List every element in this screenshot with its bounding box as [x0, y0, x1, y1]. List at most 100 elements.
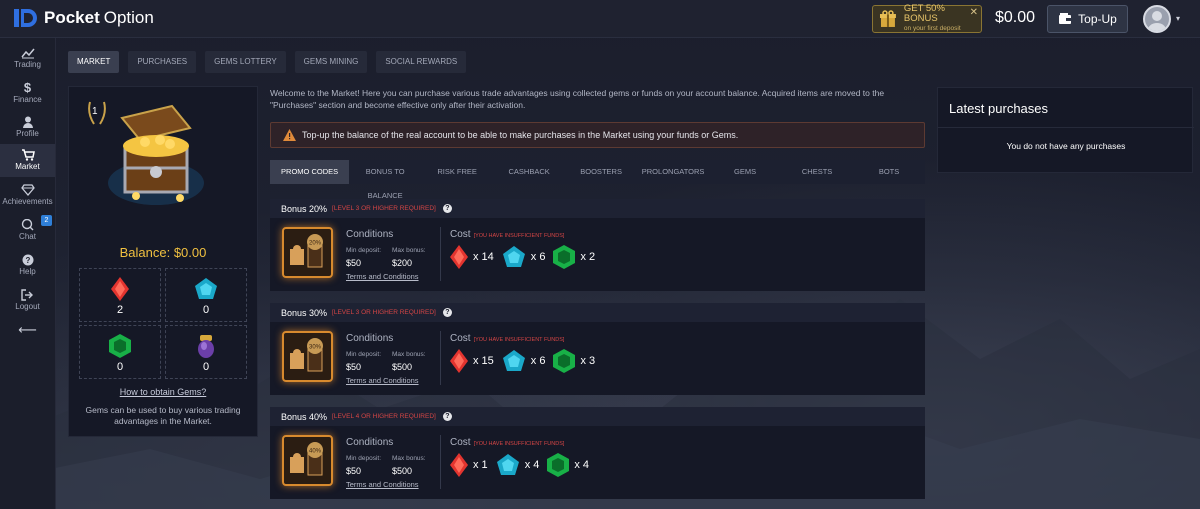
- level-requirement: [LEVEL 3 OR HIGHER REQUIRED]: [332, 205, 436, 212]
- tab-boosters[interactable]: BOOSTERS: [565, 160, 637, 184]
- help-icon[interactable]: ?: [442, 412, 452, 421]
- promo-thumbnail: 30%: [282, 331, 333, 382]
- sidebar-item-label: Profile: [16, 129, 39, 138]
- tab-prolongators[interactable]: PROLONGATORS: [637, 160, 709, 184]
- green-gem-cost: x 4: [574, 459, 590, 471]
- close-icon[interactable]: ✕: [970, 7, 978, 18]
- sidebar-item-profile[interactable]: Profile: [0, 111, 55, 144]
- account-balance: $0.00: [995, 9, 1036, 26]
- collapse-sidebar-arrow-icon[interactable]: ⟵: [0, 322, 55, 355]
- sidebar-item-trading[interactable]: Trading: [0, 42, 55, 75]
- gems-balance-label: Balance: $0.00: [119, 245, 207, 260]
- brand-logo[interactable]: Pocket Option: [14, 8, 154, 28]
- brand-name-light: Option: [103, 8, 154, 27]
- level-number: 1: [92, 106, 98, 117]
- no-purchases-text: You do not have any purchases: [1006, 141, 1126, 151]
- insufficient-funds-note: [YOU HAVE INSUFFICIENT FUNDS]: [473, 441, 565, 447]
- sidebar-item-help[interactable]: ? Help: [0, 249, 55, 282]
- top-bar: Pocket Option GET 50% BONUS on your firs…: [0, 0, 1200, 38]
- sidebar: Trading $ Finance Profile Market Achieve…: [0, 38, 56, 509]
- sidebar-item-chat[interactable]: Chat 2: [0, 214, 55, 247]
- green-gem-icon: [553, 245, 576, 269]
- treasure-chest-icon: [108, 104, 204, 205]
- tab-gems-mining[interactable]: GEMS MINING: [294, 51, 368, 73]
- green-gem-cost: x 3: [580, 355, 596, 367]
- max-bonus-value: $500: [392, 362, 413, 372]
- red-gem-icon: [450, 453, 468, 477]
- terms-link[interactable]: Terms and Conditions: [346, 272, 419, 281]
- tab-market[interactable]: MARKET: [68, 51, 120, 73]
- min-deposit-label: Min deposit:: [346, 247, 382, 254]
- blue-gem-cost: x 4: [524, 459, 540, 471]
- market-tabs: MARKET PURCHASES GEMS LOTTERY GEMS MININ…: [68, 51, 475, 73]
- sidebar-item-label: Trading: [14, 60, 41, 69]
- bonus-offer-button[interactable]: GET 50% BONUS on your first deposit ✕: [872, 4, 982, 33]
- insufficient-funds-note: [YOU HAVE INSUFFICIENT FUNDS]: [473, 337, 565, 343]
- topup-warning-banner: Top-up the balance of the real account t…: [270, 122, 925, 148]
- tab-bots[interactable]: BOTS: [853, 160, 925, 184]
- logo-icon: [14, 9, 37, 27]
- warning-text: Top-up the balance of the real account t…: [302, 130, 739, 140]
- green-gem-icon: [547, 453, 570, 477]
- promo-puzzle-icon: 40%: [290, 442, 323, 476]
- tab-chests[interactable]: CHESTS: [781, 160, 853, 184]
- red-gem-icon: [450, 349, 468, 373]
- chevron-down-icon[interactable]: ▾: [1176, 14, 1180, 23]
- cost-title: Cost: [450, 437, 471, 448]
- diamond-icon: [20, 183, 35, 196]
- cost-title: Cost: [450, 229, 471, 240]
- promo-title: Bonus 30%: [281, 307, 328, 318]
- cost-title: Cost: [450, 333, 471, 344]
- divider: [440, 435, 441, 489]
- divider: [440, 227, 441, 281]
- red-gem-cost: x 14: [473, 251, 494, 263]
- gem-count-value: 0: [202, 304, 210, 316]
- sidebar-item-label: Market: [15, 162, 40, 171]
- promo-card[interactable]: Bonus 30% [LEVEL 3 OR HIGHER REQUIRED]? 3…: [270, 303, 925, 395]
- tab-social-rewards[interactable]: SOCIAL REWARDS: [376, 51, 467, 73]
- sidebar-item-market[interactable]: Market: [0, 144, 55, 177]
- terms-link[interactable]: Terms and Conditions: [346, 376, 419, 385]
- sidebar-item-label: Chat: [19, 232, 36, 241]
- sidebar-item-finance[interactable]: $ Finance: [0, 77, 55, 110]
- latest-purchases-panel: Latest purchases You do not have any pur…: [937, 87, 1194, 173]
- welcome-text: Welcome to the Market! Here you can purc…: [270, 88, 885, 110]
- max-bonus-value: $500: [392, 466, 413, 476]
- min-deposit-label: Min deposit:: [346, 351, 382, 358]
- wallet-icon: [1059, 13, 1072, 24]
- promo-card[interactable]: Bonus 20% [LEVEL 3 OR HIGHER REQUIRED]? 2…: [270, 199, 925, 291]
- green-gem-icon: [553, 349, 576, 373]
- tab-purchases[interactable]: PURCHASES: [128, 51, 197, 73]
- tab-gems[interactable]: GEMS: [709, 160, 781, 184]
- top-up-button[interactable]: Top-Up: [1047, 5, 1128, 33]
- promo-badge-text: 20%: [309, 241, 322, 247]
- how-to-obtain-gems-link[interactable]: How to obtain Gems?: [68, 387, 258, 397]
- svg-text:?: ?: [25, 256, 30, 265]
- red-gem-cost: x 1: [473, 459, 488, 471]
- warning-icon: [283, 129, 296, 141]
- promo-card[interactable]: Bonus 40% [LEVEL 4 OR HIGHER REQUIRED]? 4…: [270, 407, 925, 499]
- conditions-title: Conditions: [346, 333, 394, 344]
- max-bonus-value: $200: [392, 258, 413, 268]
- tab-promo-codes[interactable]: PROMO CODES: [270, 160, 350, 184]
- sidebar-item-logout[interactable]: Logout: [0, 284, 55, 317]
- tab-cashback[interactable]: CASHBACK: [493, 160, 565, 184]
- tab-gems-lottery[interactable]: GEMS LOTTERY: [205, 51, 286, 73]
- gift-icon: [879, 10, 896, 27]
- terms-link[interactable]: Terms and Conditions: [346, 480, 419, 489]
- sidebar-item-achievements[interactable]: Achievements: [0, 179, 55, 212]
- help-icon[interactable]: ?: [442, 308, 452, 317]
- top-up-label: Top-Up: [1078, 12, 1117, 26]
- help-icon: ?: [22, 254, 33, 265]
- blue-gem-icon: [496, 454, 519, 475]
- level-requirement: [LEVEL 4 OR HIGHER REQUIRED]: [332, 413, 436, 420]
- gem-count-green: 0: [79, 325, 161, 379]
- red-gem-icon: [111, 277, 129, 301]
- help-icon[interactable]: ?: [442, 204, 452, 213]
- gem-count-value: 2: [116, 304, 124, 316]
- tab-bonus-to-balance[interactable]: BONUS TO BALANCE: [349, 160, 421, 200]
- avatar[interactable]: [1143, 5, 1171, 33]
- tab-risk-free[interactable]: RISK FREE: [421, 160, 493, 184]
- blue-gem-icon: [502, 246, 525, 267]
- max-bonus-label: Max bonus:: [392, 247, 426, 254]
